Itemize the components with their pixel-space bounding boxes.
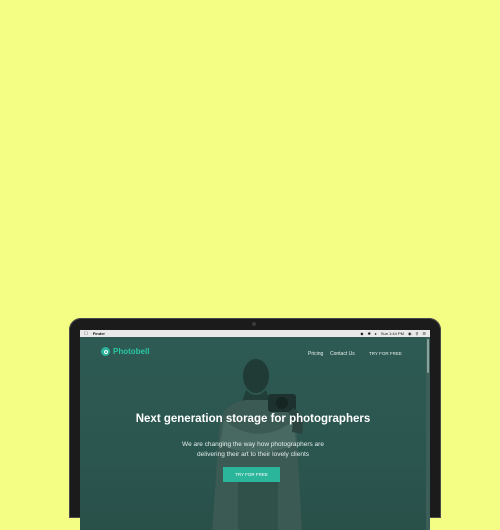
laptop:  Finder ◆ ✱ ▸ Sun 1:44 PM ◉ ⚲ ☰: [69, 318, 441, 530]
hero-subtext: We are changing the way how photographer…: [182, 441, 324, 458]
nav-try-free-link[interactable]: TRY FOR FREE: [369, 351, 402, 356]
clock[interactable]: Sun 1:44 PM: [381, 331, 404, 336]
site-logo[interactable]: Photobell: [101, 347, 149, 356]
bluetooth-icon[interactable]: ✱: [367, 331, 370, 336]
menu-extras: ◆ ✱ ▸ Sun 1:44 PM ◉ ⚲ ☰: [360, 331, 426, 336]
scrollbar-thumb[interactable]: [427, 339, 429, 373]
volume-icon[interactable]: ▸: [375, 331, 377, 336]
dropbox-icon[interactable]: ◆: [360, 331, 363, 336]
photobell-logo-icon: [101, 347, 110, 356]
menu-bar:  Finder ◆ ✱ ▸ Sun 1:44 PM ◉ ⚲ ☰: [80, 330, 430, 337]
site-nav: Photobell Pricing Contact Us TRY FOR FRE…: [80, 337, 426, 367]
try-for-free-button[interactable]: TRY FOR FREE: [223, 467, 280, 482]
apple-icon[interactable]: : [84, 331, 88, 337]
hero-section: Photobell Pricing Contact Us TRY FOR FRE…: [80, 337, 426, 530]
search-icon[interactable]: ⚲: [415, 331, 418, 336]
laptop-screen:  Finder ◆ ✱ ▸ Sun 1:44 PM ◉ ⚲ ☰: [80, 330, 430, 530]
camera-icon: [252, 322, 256, 326]
wifi-icon[interactable]: ◉: [408, 331, 412, 336]
menu-app-name[interactable]: Finder: [93, 331, 105, 336]
hero-headline: Next generation storage for photographer…: [135, 413, 371, 425]
nav-pricing-link[interactable]: Pricing: [308, 351, 323, 357]
nav-contact-link[interactable]: Contact Us: [330, 351, 355, 357]
logo-text: Photobell: [113, 347, 150, 356]
menu-list-icon[interactable]: ☰: [422, 331, 426, 336]
scrollbar[interactable]: [426, 337, 430, 530]
